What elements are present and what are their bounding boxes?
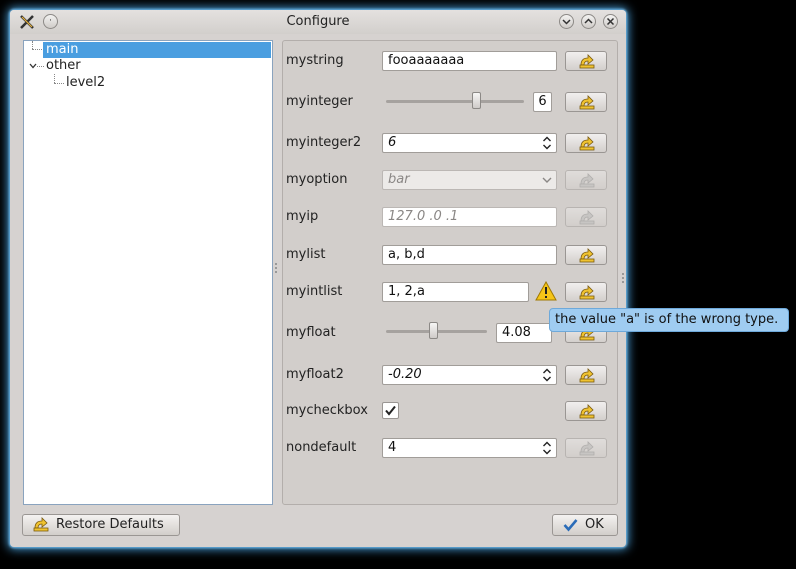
undo-icon <box>579 248 595 263</box>
myfloat2-spinbox[interactable]: -0.20 <box>382 365 557 385</box>
select-value: bar <box>388 172 410 187</box>
nondefault-spinbox[interactable]: 4 <box>382 438 557 458</box>
undo-icon <box>579 95 595 110</box>
checkmark-icon <box>563 519 578 532</box>
mylist-input[interactable]: a, b,d <box>382 245 557 265</box>
tree-item-main[interactable]: main <box>43 42 271 58</box>
myinteger-label: myinteger <box>286 94 353 109</box>
tree-item-level2[interactable]: level2 <box>66 75 105 91</box>
mycheckbox-label: mycheckbox <box>286 403 368 418</box>
myinteger2-reset-button[interactable] <box>565 133 607 153</box>
myintlist-reset-button[interactable] <box>565 282 607 302</box>
myfloat-input[interactable]: 4.08 <box>496 323 552 343</box>
myintlist-label: myintlist <box>286 284 343 299</box>
window-title: Configure <box>286 14 350 29</box>
ok-label: OK <box>585 517 604 532</box>
myoption-reset-button[interactable] <box>565 170 607 190</box>
nondefault-label: nondefault <box>286 440 357 455</box>
tree-item-other[interactable]: other <box>46 58 81 74</box>
nondefault-reset-button[interactable] <box>565 438 607 458</box>
slider-handle[interactable] <box>429 322 438 339</box>
undo-icon <box>579 285 595 300</box>
category-tree[interactable]: main other level2 <box>23 40 273 505</box>
panel-resize-handle[interactable] <box>622 273 626 283</box>
mycheckbox-checkbox[interactable] <box>382 402 399 419</box>
undo-icon <box>579 210 595 225</box>
myinteger-reset-button[interactable] <box>565 92 607 112</box>
maximize-button[interactable] <box>581 14 596 29</box>
tree-item-label: level2 <box>66 75 106 90</box>
tree-connector <box>32 41 33 49</box>
myfloat2-reset-button[interactable] <box>565 365 607 385</box>
slider-track <box>386 100 524 103</box>
myoption-label: myoption <box>286 172 348 187</box>
tree-connector <box>37 66 44 67</box>
spin-arrows-icon[interactable] <box>542 368 552 382</box>
splitter-handle[interactable] <box>275 263 279 273</box>
undo-icon <box>579 54 595 69</box>
mylist-label: mylist <box>286 247 326 262</box>
mystring-reset-button[interactable] <box>565 51 607 71</box>
myinteger-slider[interactable] <box>386 92 524 109</box>
mycheckbox-reset-button[interactable] <box>565 401 607 421</box>
close-button[interactable] <box>603 14 618 29</box>
restore-defaults-label: Restore Defaults <box>56 517 164 532</box>
undo-icon <box>579 368 595 383</box>
myintlist-input[interactable]: 1, 2,a <box>382 282 529 302</box>
myoption-select[interactable]: bar <box>382 170 557 190</box>
spinbox-value: -0.20 <box>388 367 422 382</box>
myfloat2-label: myfloat2 <box>286 367 344 382</box>
minimize-button[interactable] <box>559 14 574 29</box>
spinbox-value: 4 <box>388 440 397 455</box>
tree-connector <box>54 83 64 84</box>
checkmark-icon <box>385 405 396 416</box>
chevron-down-icon <box>562 19 571 25</box>
chevron-down-icon <box>542 177 552 183</box>
tree-item-label: other <box>46 58 81 73</box>
myfloat-slider[interactable] <box>386 322 487 339</box>
chevron-up-icon <box>584 18 593 24</box>
myip-input[interactable]: 127.0 .0 .1 <box>382 207 557 227</box>
spin-arrows-icon[interactable] <box>542 441 552 455</box>
warning-triangle-icon <box>535 281 557 301</box>
myinteger2-spinbox[interactable]: 6 <box>382 133 557 153</box>
mystring-label: mystring <box>286 53 344 68</box>
close-icon <box>606 17 615 26</box>
title-bar: · Configure <box>10 10 626 34</box>
spin-arrows-icon[interactable] <box>542 136 552 150</box>
undo-icon <box>579 441 595 456</box>
myfloat-label: myfloat <box>286 325 336 340</box>
slider-handle[interactable] <box>472 92 481 109</box>
expand-arrow-icon[interactable] <box>29 63 37 69</box>
undo-icon <box>579 173 595 188</box>
myip-label: myip <box>286 209 319 224</box>
validation-tooltip: the value "a" is of the wrong type. <box>549 308 789 332</box>
undo-icon <box>33 517 49 532</box>
undo-icon <box>579 404 595 419</box>
undo-icon <box>579 136 595 151</box>
spinbox-value: 6 <box>388 135 397 150</box>
mystring-input[interactable]: fooaaaaaaa <box>382 51 557 71</box>
myinteger-input[interactable]: 6 <box>533 92 552 112</box>
tree-item-label: main <box>46 42 79 57</box>
restore-defaults-button[interactable]: Restore Defaults <box>22 514 180 536</box>
ok-button[interactable]: OK <box>552 514 618 536</box>
myip-reset-button[interactable] <box>565 207 607 227</box>
myinteger2-label: myinteger2 <box>286 135 362 150</box>
tree-connector <box>54 74 55 83</box>
mylist-reset-button[interactable] <box>565 245 607 265</box>
